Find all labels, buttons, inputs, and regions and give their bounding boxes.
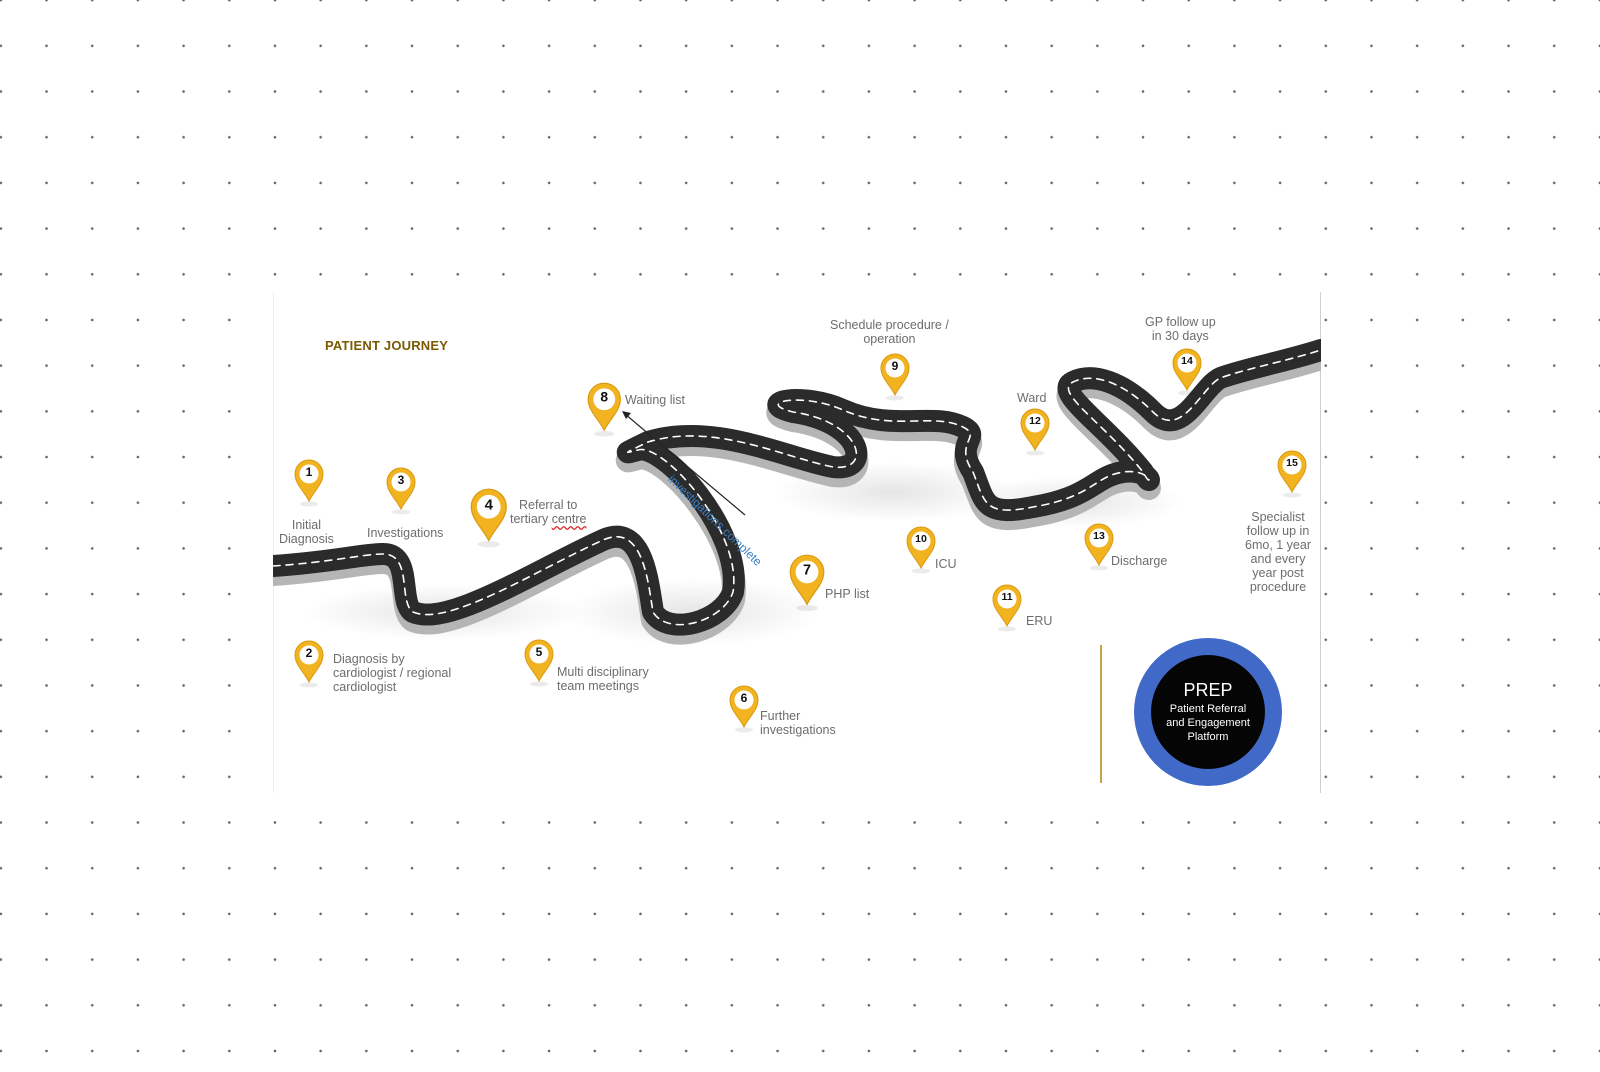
prep-logo-full-name: Patient Referral and Engagement Platform [1166,703,1250,743]
stop-number: 1 [305,465,313,479]
prep-logo-name: PREP [1183,680,1233,700]
stop-number: 6 [740,691,748,705]
stop-14-label: GP follow up in 30 days [1145,315,1216,343]
stop-8-label: Waiting list [625,393,685,407]
stop-4-label: Referral to tertiary centre [510,498,586,526]
stop-11-pin: 11 [992,584,1022,632]
stop-15-label: Specialist follow up in 6mo, 1 year and … [1245,510,1312,594]
stop-6-label: Further investigations [760,709,836,737]
stop-number: 5 [535,645,543,659]
stop-number: 14 [1181,355,1193,367]
stop-5-pin: 5 [524,639,554,687]
prep-logo: PREP Patient Referral and Engagement Pla… [1134,638,1282,786]
stop-number: 13 [1093,530,1105,542]
stop-11-label: ERU [1026,614,1053,628]
stop-4-label-line1: Referral to [519,498,578,512]
logo-divider [1100,645,1102,783]
stop-number: 11 [1001,591,1013,603]
stop-12-pin: 12 [1020,408,1050,456]
stop-14-pin: 14 [1172,348,1202,396]
stop-number: 12 [1029,415,1041,427]
stop-1-pin: 1 [294,459,324,507]
stop-5-label: Multi disciplinary team meetings [557,665,649,693]
stop-number: 3 [397,473,405,487]
stop-6-pin: 6 [729,685,759,733]
stop-4-label-line2-a: tertiary [510,512,552,526]
stop-4-label-line2: tertiary centre [510,512,586,526]
stop-2-label: Diagnosis by cardiologist / regional car… [333,652,452,694]
stop-9-pin: 9 [880,353,910,401]
diagram-title: PATIENT JOURNEY [325,338,449,353]
stop-number: 8 [600,388,609,405]
stop-4-pin: 4 [470,488,508,548]
stop-number: 9 [891,359,899,373]
stop-number: 2 [305,646,313,660]
stop-9-label: Schedule procedure / operation [830,318,949,346]
stop-2-pin: 2 [294,640,324,688]
stop-3-pin: 3 [386,467,416,515]
stop-13-label: Discharge [1111,554,1168,568]
stop-10-pin: 10 [906,526,936,574]
stop-8-pin: 8 [587,382,622,437]
stop-number: 4 [484,495,493,514]
stop-15-pin: 15 [1277,450,1307,498]
prep-logo-inner: PREP Patient Referral and Engagement Pla… [1151,655,1265,769]
patient-journey-diagram: PATIENT JOURNEY investigations complete … [273,292,1321,793]
stop-number: 7 [802,561,812,578]
stop-4-label-line2-b: centre [551,512,587,526]
stop-7-label: PHP list [825,587,870,601]
stop-13-pin: 13 [1084,523,1114,571]
stop-7-pin: 7 [789,554,825,612]
stop-10-label: ICU [935,557,957,571]
stop-12-label: Ward [1017,391,1047,405]
stop-number: 10 [915,533,927,545]
stop-1-label: Initial Diagnosis [279,518,334,546]
stop-number: 15 [1286,457,1298,469]
stop-3-label: Investigations [367,526,444,540]
